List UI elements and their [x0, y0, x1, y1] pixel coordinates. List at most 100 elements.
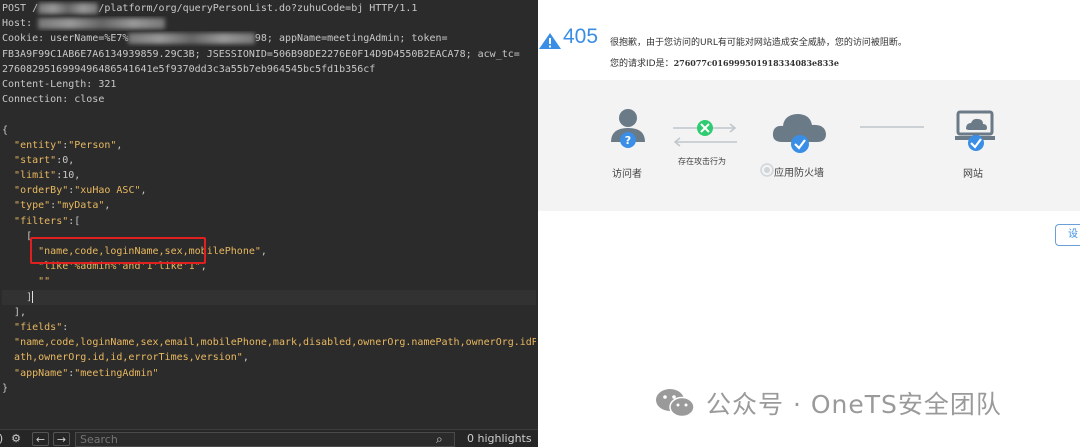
search-icon[interactable]: ⌕ — [436, 432, 443, 447]
code-line[interactable]: ath,ownerOrg.id,id,errorTimes,version", — [2, 350, 536, 365]
code-line[interactable]: "" — [2, 274, 536, 289]
warning-icon — [539, 33, 561, 49]
code-line[interactable]: FB3A9F99C1AB6E7A6134939859.29C3B; JSESSI… — [2, 47, 536, 62]
code-token: :10, — [56, 170, 81, 182]
code-token: "Person" — [68, 139, 117, 151]
code-token: ath,ownerOrg.id,id,errorTimes,version" — [14, 352, 243, 364]
code-token: "appName" — [14, 367, 69, 379]
code-token: "filters" — [14, 215, 69, 227]
code-line[interactable]: 2760829516999496486541641e5f9370dd3c3a55… — [2, 62, 536, 77]
svg-text:?: ? — [625, 134, 631, 147]
code-line[interactable]: Cookie: userName=%E7% 98; appName=meetin… — [2, 31, 536, 46]
redacted-text — [38, 18, 165, 30]
search-input[interactable] — [75, 432, 455, 447]
code-token: : — [62, 321, 69, 333]
code-line[interactable]: "fields": — [2, 320, 536, 335]
waf-block-page: 405 很抱歉，由于您访问的URL有可能对网站造成安全威胁，您的访问被阻断。 您… — [538, 0, 1080, 447]
code-token: Host: — [2, 18, 39, 30]
gear-icon[interactable]: ⚙ — [8, 432, 24, 446]
code-line[interactable]: } — [2, 381, 536, 396]
code-token: , — [260, 246, 267, 257]
connection-line — [860, 126, 924, 128]
code-line[interactable]: "name,code,loginName,sex,email,mobilePho… — [2, 335, 536, 350]
next-match-button[interactable]: → — [53, 432, 70, 446]
visitor-icon: ? — [611, 109, 645, 148]
code-token: 98; appName=meetingAdmin; token= — [254, 33, 448, 45]
code-token: "type" — [14, 200, 51, 212]
code-line[interactable]: ], — [2, 305, 536, 320]
code-line[interactable]: "filters":[ — [2, 214, 536, 229]
code-token: "entity" — [14, 139, 63, 151]
code-token: 9.29C3B — [152, 48, 195, 60]
code-token: "fields" — [14, 321, 63, 333]
code-token: Cookie: userName=%E7% — [2, 33, 129, 45]
code-token: "" — [38, 276, 51, 288]
block-message: 很抱歉，由于您访问的URL有可能对网站造成安全威胁，您的访问被阻断。 — [610, 38, 907, 48]
code-token: { — [2, 124, 9, 136]
error-code: 405 — [563, 25, 599, 48]
redacted-text — [128, 33, 255, 45]
request-code[interactable]: POST / /platform/org/queryPersonList.do?… — [2, 1, 536, 396]
website-monitor-icon — [955, 110, 995, 151]
wechat-icon — [656, 389, 695, 418]
previous-match-button[interactable]: ← — [32, 432, 49, 446]
code-token: [ — [2, 230, 33, 242]
code-line[interactable]: Host: — [2, 16, 536, 31]
request-id-row: 您的请求ID是：276077c016999501918334083e833e — [610, 56, 839, 69]
code-line[interactable] — [2, 107, 536, 122]
code-token: ] — [2, 291, 33, 303]
code-line[interactable]: Content-Length: 321 — [2, 77, 536, 92]
code-token: } — [2, 382, 9, 394]
code-line[interactable]: ] — [2, 289, 536, 305]
code-token: , — [116, 139, 123, 151]
code-token: , — [140, 185, 147, 197]
code-token: , — [242, 352, 249, 364]
feedback-button[interactable]: 设 — [1055, 224, 1080, 246]
code-token: Content-Length: 321 — [2, 78, 117, 90]
code-line[interactable]: "limit":10, — [2, 168, 536, 183]
code-token: "limit" — [14, 170, 57, 182]
code-line[interactable]: "orderBy":"xuHao ASC", — [2, 183, 536, 198]
request-id: 276077c016999501918334083e833e — [673, 58, 839, 68]
code-token: Connection: close — [2, 94, 105, 106]
flow-diagram: ? 存在攻击行为 应用防火墙 访问者 网站 — [538, 80, 1080, 211]
attack-label: 存在攻击行为 — [678, 157, 726, 166]
code-token: POST / — [2, 3, 39, 14]
cloud-firewall-icon — [772, 114, 826, 153]
code-token: FB3A9F99C1AB6E7A613493985 — [2, 48, 153, 60]
code-line[interactable]: "type":"myData", — [2, 198, 536, 213]
code-token: , — [104, 200, 111, 212]
firewall-label: 应用防火墙 — [774, 168, 824, 179]
code-line[interactable]: "entity":"Person", — [2, 138, 536, 153]
code-token: ], — [2, 306, 27, 318]
search-bar: ) ⚙ ← → ⌕ 0 highlights — [0, 429, 538, 447]
website-label: 网站 — [963, 169, 983, 180]
code-line[interactable]: { — [2, 123, 536, 138]
code-token: "orderBy" — [14, 185, 69, 197]
code-line[interactable]: "start":0, — [2, 153, 536, 168]
help-icon[interactable]: ) — [0, 432, 6, 446]
code-line[interactable]: "appName":"meetingAdmin" — [2, 366, 536, 381]
code-line[interactable]: POST / /platform/org/queryPersonList.do?… — [2, 1, 536, 16]
code-token: :[ — [68, 215, 81, 227]
request-editor[interactable]: POST / /platform/org/queryPersonList.do?… — [0, 0, 538, 447]
redacted-text — [38, 3, 99, 14]
watermark-text: 公众号 · OneTS安全团队 — [706, 390, 1002, 419]
payload-highlight-box — [30, 237, 206, 264]
code-token: "xuHao ASC" — [74, 185, 141, 197]
code-token: "name,code,loginName,sex,email,mobilePho… — [14, 337, 536, 349]
code-line[interactable]: Connection: close — [2, 92, 536, 107]
code-token: 2760829516999496486541641e5f9370dd3c3a55… — [2, 63, 376, 75]
request-id-label: 您的请求ID是： — [610, 59, 674, 69]
code-token: :0, — [56, 154, 75, 166]
firewall-shield-icon — [760, 163, 774, 177]
